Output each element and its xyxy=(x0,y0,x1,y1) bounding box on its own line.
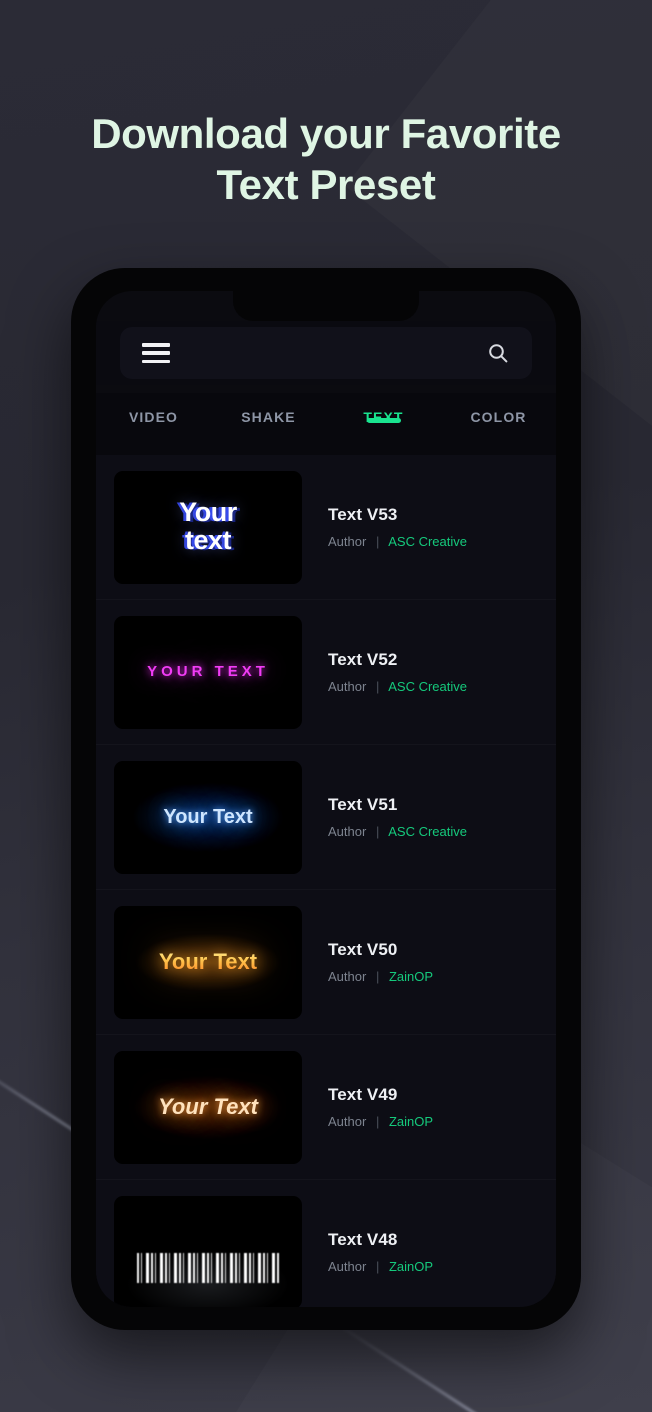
preset-info: Text V53 Author | ASC Creative xyxy=(302,505,467,549)
thumbnail-preview-text: Your Text xyxy=(163,805,253,828)
page-title: Download your Favorite Text Preset xyxy=(91,110,561,209)
preset-title: Text V50 xyxy=(328,940,398,959)
preset-info: Text V51 Author | ASC Creative xyxy=(302,795,467,839)
author-name[interactable]: ASC Creative xyxy=(388,679,467,694)
preset-info: Text V50 Author | ZainOP xyxy=(302,940,433,984)
preset-thumbnail[interactable]: Your Text xyxy=(114,1050,302,1164)
preset-thumbnail[interactable]: Your text xyxy=(114,470,302,584)
preset-author-line: Author | ASC Creative xyxy=(328,534,467,549)
phone-mockup: VIDEO SHAKE TEXT COLOR Your text Text V5… xyxy=(71,268,581,1330)
author-label: Author xyxy=(328,969,367,984)
separator: | xyxy=(375,1259,380,1274)
separator: | xyxy=(375,679,380,694)
preset-thumbnail[interactable]: YOUR TEXT xyxy=(114,615,302,729)
preset-author-line: Author | ASC Creative xyxy=(328,824,467,839)
preset-info: Text V52 Author | ASC Creative xyxy=(302,650,467,694)
tab-bar: VIDEO SHAKE TEXT COLOR xyxy=(96,393,556,455)
preset-info: Text V49 Author | ZainOP xyxy=(302,1085,433,1129)
active-tab-indicator xyxy=(366,418,401,423)
author-label: Author xyxy=(328,679,367,694)
tab-video[interactable]: VIDEO xyxy=(96,393,211,425)
author-name[interactable]: ASC Creative xyxy=(388,534,467,549)
author-label: Author xyxy=(328,824,367,839)
tab-text[interactable]: TEXT xyxy=(326,393,441,425)
thumbnail-glow xyxy=(114,1195,302,1307)
list-item[interactable]: Your Text Text V49 Author | ZainOP xyxy=(96,1035,556,1180)
preset-list[interactable]: Your text Text V53 Author | ASC Creative… xyxy=(96,455,556,1307)
hamburger-menu-icon[interactable] xyxy=(142,343,170,363)
tab-label: VIDEO xyxy=(128,409,179,425)
preset-author-line: Author | ZainOP xyxy=(328,1114,433,1129)
thumbnail-bars xyxy=(136,1252,280,1283)
preset-info: Text V48 Author | ZainOP xyxy=(302,1230,433,1274)
author-label: Author xyxy=(328,534,367,549)
tab-label: COLOR xyxy=(470,409,527,425)
preset-thumbnail[interactable] xyxy=(114,1195,302,1307)
preset-author-line: Author | ZainOP xyxy=(328,969,433,984)
preset-thumbnail[interactable]: Your Text xyxy=(114,905,302,1019)
author-name[interactable]: ASC Creative xyxy=(388,824,467,839)
tab-color[interactable]: COLOR xyxy=(441,393,556,425)
phone-screen: VIDEO SHAKE TEXT COLOR Your text Text V5… xyxy=(96,291,556,1307)
separator: | xyxy=(375,969,380,984)
search-icon[interactable] xyxy=(486,341,510,365)
preset-title: Text V52 xyxy=(328,650,398,669)
thumbnail-preview-text: Your text xyxy=(179,497,237,555)
list-item[interactable]: YOUR TEXT Text V52 Author | ASC Creative xyxy=(96,600,556,745)
separator: | xyxy=(375,1114,380,1129)
separator: | xyxy=(375,534,380,549)
preset-thumbnail[interactable]: Your Text xyxy=(114,760,302,874)
phone-notch xyxy=(233,291,419,321)
thumbnail-preview-text: Your Text xyxy=(158,948,258,974)
list-item[interactable]: Your text Text V53 Author | ASC Creative xyxy=(96,455,556,600)
separator: | xyxy=(375,824,380,839)
preset-title: Text V53 xyxy=(328,505,398,524)
author-name[interactable]: ZainOP xyxy=(389,969,433,984)
search-bar[interactable] xyxy=(120,327,532,379)
thumbnail-preview-text: YOUR TEXT xyxy=(147,663,269,681)
tab-label: SHAKE xyxy=(241,409,296,425)
author-label: Author xyxy=(328,1114,367,1129)
list-item[interactable]: Text V48 Author | ZainOP xyxy=(96,1180,556,1307)
list-item[interactable]: Your Text Text V50 Author | ZainOP xyxy=(96,890,556,1035)
app-header xyxy=(96,321,556,385)
preset-title: Text V51 xyxy=(328,795,398,814)
preset-author-line: Author | ASC Creative xyxy=(328,679,467,694)
thumbnail-preview-text: Your Text xyxy=(158,1093,258,1119)
list-item[interactable]: Your Text Text V51 Author | ASC Creative xyxy=(96,745,556,890)
preset-title: Text V48 xyxy=(328,1230,398,1249)
author-name[interactable]: ZainOP xyxy=(389,1259,433,1274)
author-name[interactable]: ZainOP xyxy=(389,1114,433,1129)
tab-shake[interactable]: SHAKE xyxy=(211,393,326,425)
author-label: Author xyxy=(328,1259,367,1274)
preset-title: Text V49 xyxy=(328,1085,398,1104)
preset-author-line: Author | ZainOP xyxy=(328,1259,433,1274)
